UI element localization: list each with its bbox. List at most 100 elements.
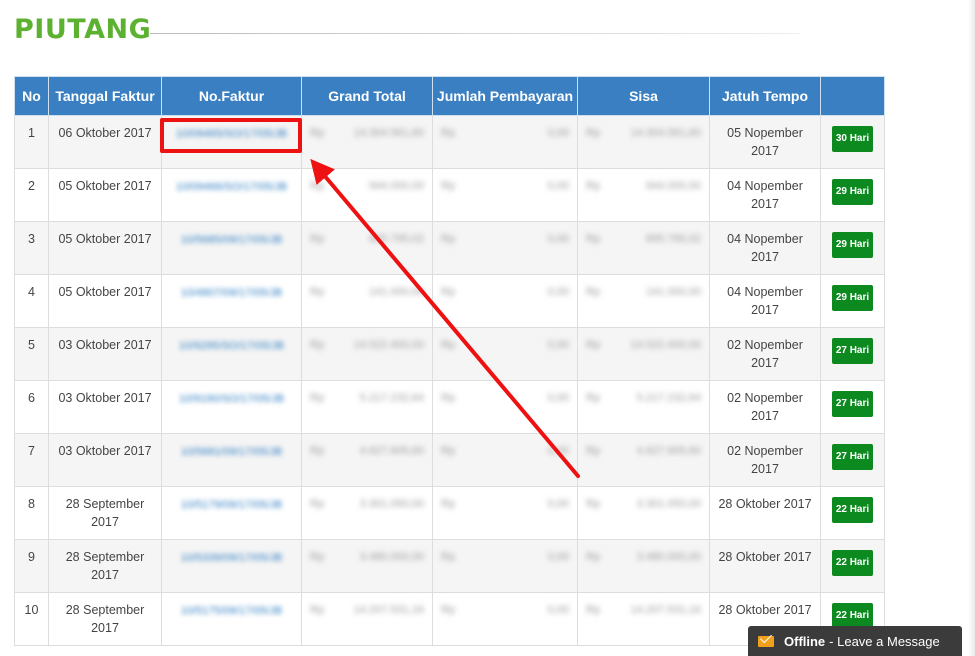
faktur-link[interactable]: 10/5339/09/17/05/JB xyxy=(181,552,283,564)
pembayaran-value: 0,00 xyxy=(547,180,569,192)
currency-label: Rp xyxy=(441,180,456,192)
table-row: 8 28 September 2017 10/5179/09/17/05/JB … xyxy=(14,486,885,540)
faktur-link[interactable]: 10/5175/09/17/05/JB xyxy=(181,605,283,617)
header-jatuh-tempo[interactable]: Jatuh Tempo xyxy=(709,76,821,116)
sisa-value: 14.304.561,60 xyxy=(630,127,701,139)
grand-total-value: 4.627.605,60 xyxy=(359,445,424,457)
sisa-value: 141.000,00 xyxy=(645,286,701,298)
cell-faktur: 10/4807/09/17/05/JB xyxy=(161,274,302,328)
header-grand-total[interactable]: Grand Total xyxy=(301,76,433,116)
table-row: 2 05 Oktober 2017 10/09466/SO/17/05/JB R… xyxy=(14,168,885,222)
currency-label: Rp xyxy=(310,445,325,457)
header-jumlah-pembayaran[interactable]: Jumlah Pembayaran xyxy=(432,76,578,116)
cell-grand-total: Rp 3.301.050,00 xyxy=(301,486,433,540)
currency-label: Rp xyxy=(310,392,325,404)
sisa-value: 4.627.605,60 xyxy=(636,445,701,457)
faktur-link[interactable]: 10/9295/SO/17/05/JB xyxy=(179,340,284,352)
sisa-value: 5.217.232,64 xyxy=(636,392,701,404)
cell-jumlah-pembayaran: Rp 0,00 xyxy=(432,486,578,540)
cell-faktur: 10/5685/09/17/05/JB xyxy=(161,221,302,275)
faktur-link[interactable]: 10/09466/SO/17/05/JB xyxy=(176,181,287,193)
table-row: 1 06 Oktober 2017 10/09465/SO/17/05/JB R… xyxy=(14,115,885,169)
cell-jumlah-pembayaran: Rp 0,00 xyxy=(432,380,578,434)
sisa-value: 3.301.050,00 xyxy=(636,498,701,510)
currency-label: Rp xyxy=(586,286,601,298)
faktur-link[interactable]: 10/5681/09/17/05/JB xyxy=(181,446,283,458)
cell-no: 4 xyxy=(14,274,49,328)
cell-status: 22 Hari xyxy=(820,486,885,540)
chat-widget[interactable]: Offline - Leave a Message xyxy=(748,626,962,656)
cell-sisa: Rp 655.795,02 xyxy=(577,221,710,275)
cell-jumlah-pembayaran: Rp 0,00 xyxy=(432,115,578,169)
grand-total-value: 14.207.531,16 xyxy=(353,604,424,616)
cell-no: 5 xyxy=(14,327,49,381)
chat-status: Offline xyxy=(784,633,826,649)
cell-grand-total: Rp 14.207.531,16 xyxy=(301,592,433,646)
header-sisa[interactable]: Sisa xyxy=(577,76,710,116)
header-no[interactable]: No xyxy=(14,76,49,116)
cell-sisa: Rp 14.207.531,16 xyxy=(577,592,710,646)
grand-total-value: 141.000,00 xyxy=(368,286,424,298)
cell-sisa: Rp 141.000,00 xyxy=(577,274,710,328)
cell-status: 27 Hari xyxy=(820,433,885,487)
currency-label: Rp xyxy=(310,498,325,510)
currency-label: Rp xyxy=(586,498,601,510)
grand-total-value: 655.795,02 xyxy=(368,233,424,245)
currency-label: Rp xyxy=(441,233,456,245)
cell-sisa: Rp 3.301.050,00 xyxy=(577,486,710,540)
faktur-link[interactable]: 10/4807/09/17/05/JB xyxy=(181,287,283,299)
faktur-link[interactable]: 10/5179/09/17/05/JB xyxy=(181,499,283,511)
cell-no: 9 xyxy=(14,539,49,593)
currency-label: Rp xyxy=(310,551,325,563)
cell-faktur: 10/5179/09/17/05/JB xyxy=(161,486,302,540)
header-status xyxy=(820,76,885,116)
cell-grand-total: Rp 14.522.400,00 xyxy=(301,327,433,381)
header-tanggal-faktur[interactable]: Tanggal Faktur xyxy=(48,76,162,116)
grand-total-value: 14.522.400,00 xyxy=(353,339,424,351)
pembayaran-value: 0,00 xyxy=(547,127,569,139)
days-badge: 27 Hari xyxy=(831,391,874,417)
cell-jatuh-tempo: 02 Nopember 2017 xyxy=(709,433,821,487)
faktur-link[interactable]: 10/9190/SO/17/05/JB xyxy=(179,393,284,405)
grand-total-value: 14.304.561,60 xyxy=(353,127,424,139)
cell-faktur: 10/5681/09/17/05/JB xyxy=(161,433,302,487)
grand-total-value: 3.480.000,00 xyxy=(359,551,424,563)
cell-no: 7 xyxy=(14,433,49,487)
mail-icon xyxy=(758,635,774,647)
cell-jatuh-tempo: 04 Nopember 2017 xyxy=(709,168,821,222)
faktur-link[interactable]: 10/5685/09/17/05/JB xyxy=(181,234,283,246)
annotation-highlight-box xyxy=(160,118,302,153)
cell-jatuh-tempo: 02 Nopember 2017 xyxy=(709,380,821,434)
currency-label: Rp xyxy=(586,180,601,192)
header-no-faktur[interactable]: No.Faktur xyxy=(161,76,302,116)
currency-label: Rp xyxy=(441,445,456,457)
table-row: 6 03 Oktober 2017 10/9190/SO/17/05/JB Rp… xyxy=(14,380,885,434)
days-badge: 29 Hari xyxy=(831,179,874,205)
cell-jumlah-pembayaran: Rp 0,00 xyxy=(432,433,578,487)
table-row: 4 05 Oktober 2017 10/4807/09/17/05/JB Rp… xyxy=(14,274,885,328)
cell-sisa: Rp 944.000,00 xyxy=(577,168,710,222)
cell-faktur: 10/9295/SO/17/05/JB xyxy=(161,327,302,381)
cell-grand-total: Rp 5.217.232,64 xyxy=(301,380,433,434)
cell-status: 29 Hari xyxy=(820,274,885,328)
cell-jatuh-tempo: 04 Nopember 2017 xyxy=(709,221,821,275)
cell-tanggal: 05 Oktober 2017 xyxy=(48,274,162,328)
cell-jumlah-pembayaran: Rp 0,00 xyxy=(432,221,578,275)
pembayaran-value: 0,00 xyxy=(547,339,569,351)
cell-sisa: Rp 4.627.605,60 xyxy=(577,433,710,487)
currency-label: Rp xyxy=(310,286,325,298)
cell-no: 8 xyxy=(14,486,49,540)
days-badge: 30 Hari xyxy=(831,126,874,152)
sisa-value: 655.795,02 xyxy=(645,233,701,245)
cell-grand-total: Rp 141.000,00 xyxy=(301,274,433,328)
currency-label: Rp xyxy=(586,551,601,563)
currency-label: Rp xyxy=(441,339,456,351)
table-header-row: No Tanggal Faktur No.Faktur Grand Total … xyxy=(14,76,885,116)
cell-jatuh-tempo: 28 Oktober 2017 xyxy=(709,539,821,593)
cell-faktur: 10/9190/SO/17/05/JB xyxy=(161,380,302,434)
pembayaran-value: 0,00 xyxy=(547,445,569,457)
cell-tanggal: 06 Oktober 2017 xyxy=(48,115,162,169)
sisa-value: 944.000,00 xyxy=(645,180,701,192)
currency-label: Rp xyxy=(586,233,601,245)
cell-no: 1 xyxy=(14,115,49,169)
